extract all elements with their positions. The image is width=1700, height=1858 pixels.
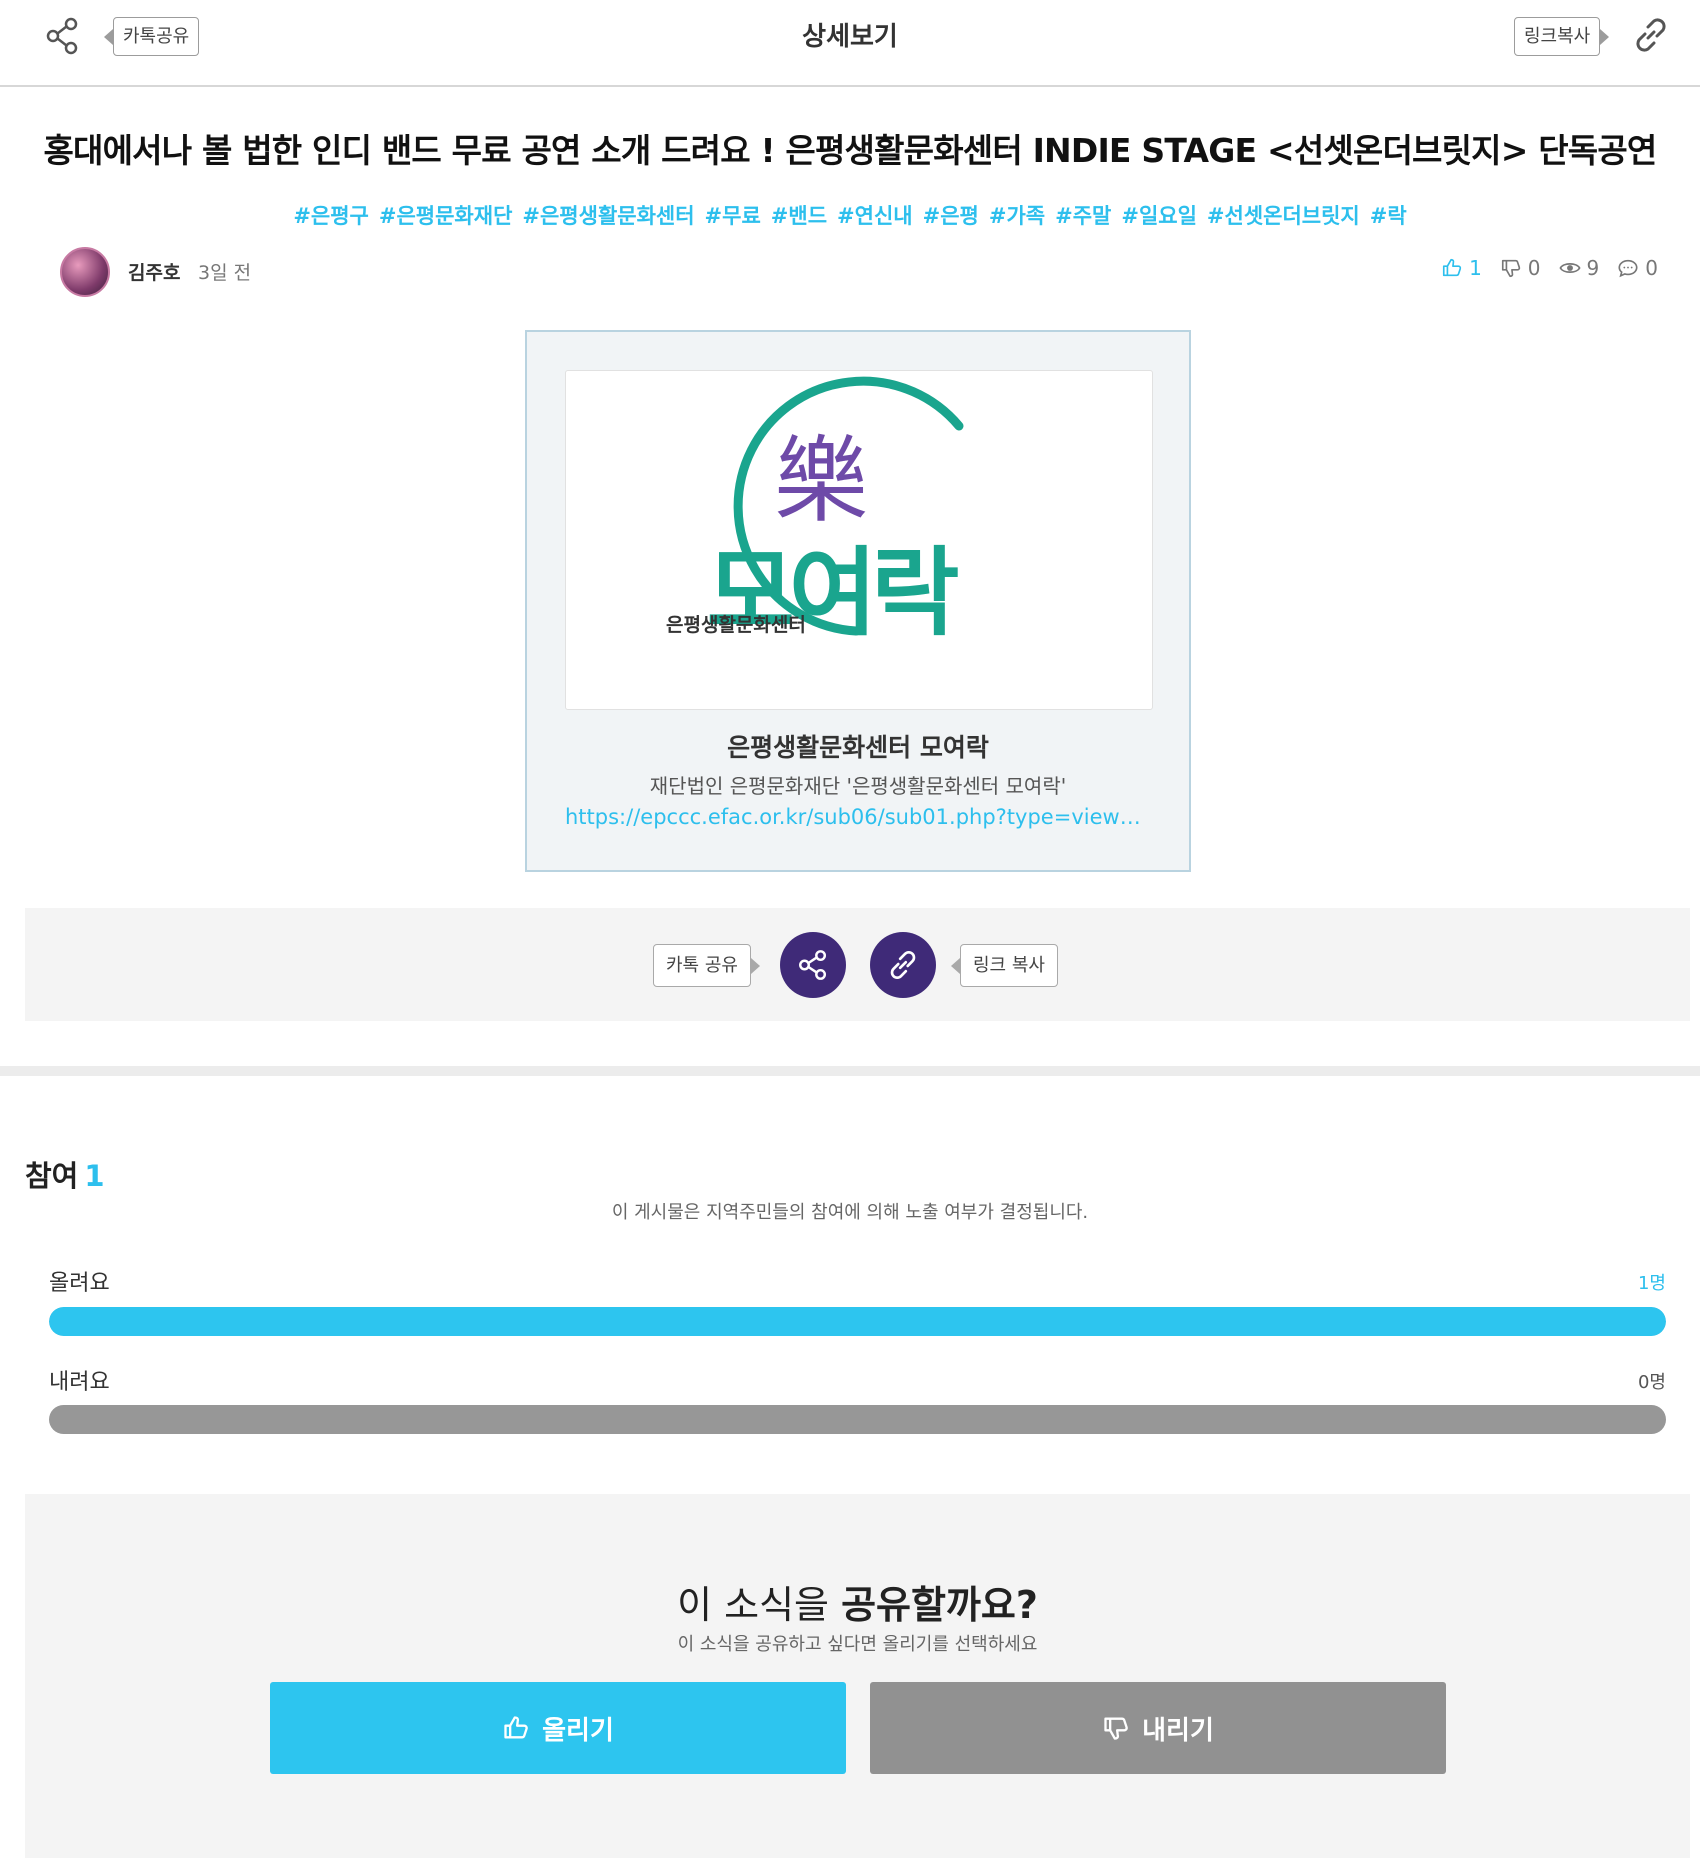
upvote-bar [49,1307,1666,1336]
thumbs-up-icon [504,1716,528,1739]
link-preview-image: 樂 모여락 은평생활문화센터 [565,370,1153,710]
thumbs-down-icon [1501,259,1520,278]
copy-link-button[interactable] [870,932,936,998]
tag-item[interactable]: #주말 [1055,204,1111,228]
link-card-url[interactable]: https://epccc.efac.or.kr/sub06/sub01.php… [565,805,1153,829]
link-icon[interactable] [1630,14,1672,56]
dislike-stat: 0 [1500,256,1541,280]
prompt-subtitle: 이 소식을 공유하고 싶다면 올리기를 선택하세요 [677,1634,1038,1655]
link-preview-card[interactable]: 樂 모여락 은평생활문화센터 은평생활문화센터 모여락 재단법인 은평문화재단 … [525,330,1191,872]
link-copy-label[interactable]: 링크 복사 [951,944,1058,987]
link-card-title: 은평생활문화센터 모여락 [727,733,989,762]
section-divider [0,1066,1700,1076]
page-title: 상세보기 [802,22,898,52]
svg-text:樂: 樂 [774,427,868,536]
upvote-button[interactable]: 올리기 [270,1682,846,1774]
tag-item[interactable]: #락 [1370,204,1407,228]
top-bar: 카톡공유 상세보기 링크복사 [0,0,1700,87]
post-title: 홍대에서나 볼 법한 인디 밴드 무료 공연 소개 드려요 ! 은평생활문화센터… [43,131,1658,170]
share-icon [799,950,827,980]
kakao-share-label[interactable]: 카톡 공유 [653,944,760,987]
tag-item[interactable]: #무료 [705,204,761,228]
share-button[interactable] [780,932,846,998]
comment-stat: 0 [1617,256,1658,280]
participation-title: 참여 1 [25,1153,105,1195]
upvote-bar-fill [49,1307,1666,1336]
thumbs-down-icon [1104,1717,1128,1740]
eye-icon [1558,263,1581,273]
downvote-button[interactable]: 내리기 [870,1682,1446,1774]
like-stat: 1 [1441,256,1482,280]
thumbs-up-icon [1442,258,1462,277]
tag-item[interactable]: #은평구 [293,204,369,228]
upvote-button-label: 올리기 [542,1715,614,1746]
tag-item[interactable]: #연신내 [837,204,913,228]
moyeorak-logo: 樂 모여락 은평생활문화센터 [666,376,964,649]
tag-item[interactable]: #은평 [923,204,979,228]
like-count: 1 [1469,256,1482,280]
tag-item[interactable]: #일요일 [1121,204,1197,228]
tag-item[interactable]: #밴드 [771,204,827,228]
author-avatar[interactable] [60,247,110,297]
link-card-description: 재단법인 은평문화재단 '은평생활문화센터 모여락' [649,774,1067,798]
tag-item[interactable]: #선셋온더브릿지 [1207,204,1360,228]
participation-label: 참여 [25,1159,79,1193]
prompt-title-plain: 이 소식을 [677,1583,842,1627]
tag-item[interactable]: #은평문화재단 [379,204,513,228]
dislike-count: 0 [1527,256,1541,280]
tag-item[interactable]: #은평생활문화센터 [522,204,694,228]
upvote-count: 1명 [1637,1273,1666,1294]
view-stat: 9 [1558,256,1600,280]
downvote-bar [49,1405,1666,1434]
author-name[interactable]: 김주호 [128,258,180,285]
share-prompt: 이 소식을 공유할까요? 이 소식을 공유하고 싶다면 올리기를 선택하세요 올… [25,1494,1690,1858]
view-count: 9 [1586,256,1600,280]
tag-item[interactable]: #가족 [989,204,1045,228]
downvote-label: 내려요 [49,1370,110,1395]
prompt-title: 이 소식을 공유할까요? [25,1574,1690,1629]
comment-icon [1618,259,1638,278]
comment-count: 0 [1645,256,1658,280]
tag-list: #은평구 #은평문화재단 #은평생활문화센터 #무료 #밴드 #연신내 #은평 #가족 #주말 #… [0,200,1700,230]
participation-count: 1 [84,1159,105,1193]
share-band: 카톡 공유 링크 복사 [25,908,1690,1021]
upvote-label: 올려요 [49,1271,110,1296]
post-time: 3일 전 [198,262,252,284]
participation-note: 이 게시물은 지역주민들의 참여에 의해 노출 여부가 결정됩니다. [611,1202,1089,1223]
prompt-title-bold: 공유할까요? [841,1583,1038,1627]
downvote-button-label: 내리기 [1142,1715,1214,1746]
svg-text:은평생활문화센터: 은평생활문화센터 [666,614,806,636]
link-copy-tooltip[interactable]: 링크복사 [1514,17,1610,56]
downvote-count: 0명 [1637,1372,1666,1393]
link-icon [890,951,916,979]
post-stats: 1 0 9 0 [1441,256,1658,280]
